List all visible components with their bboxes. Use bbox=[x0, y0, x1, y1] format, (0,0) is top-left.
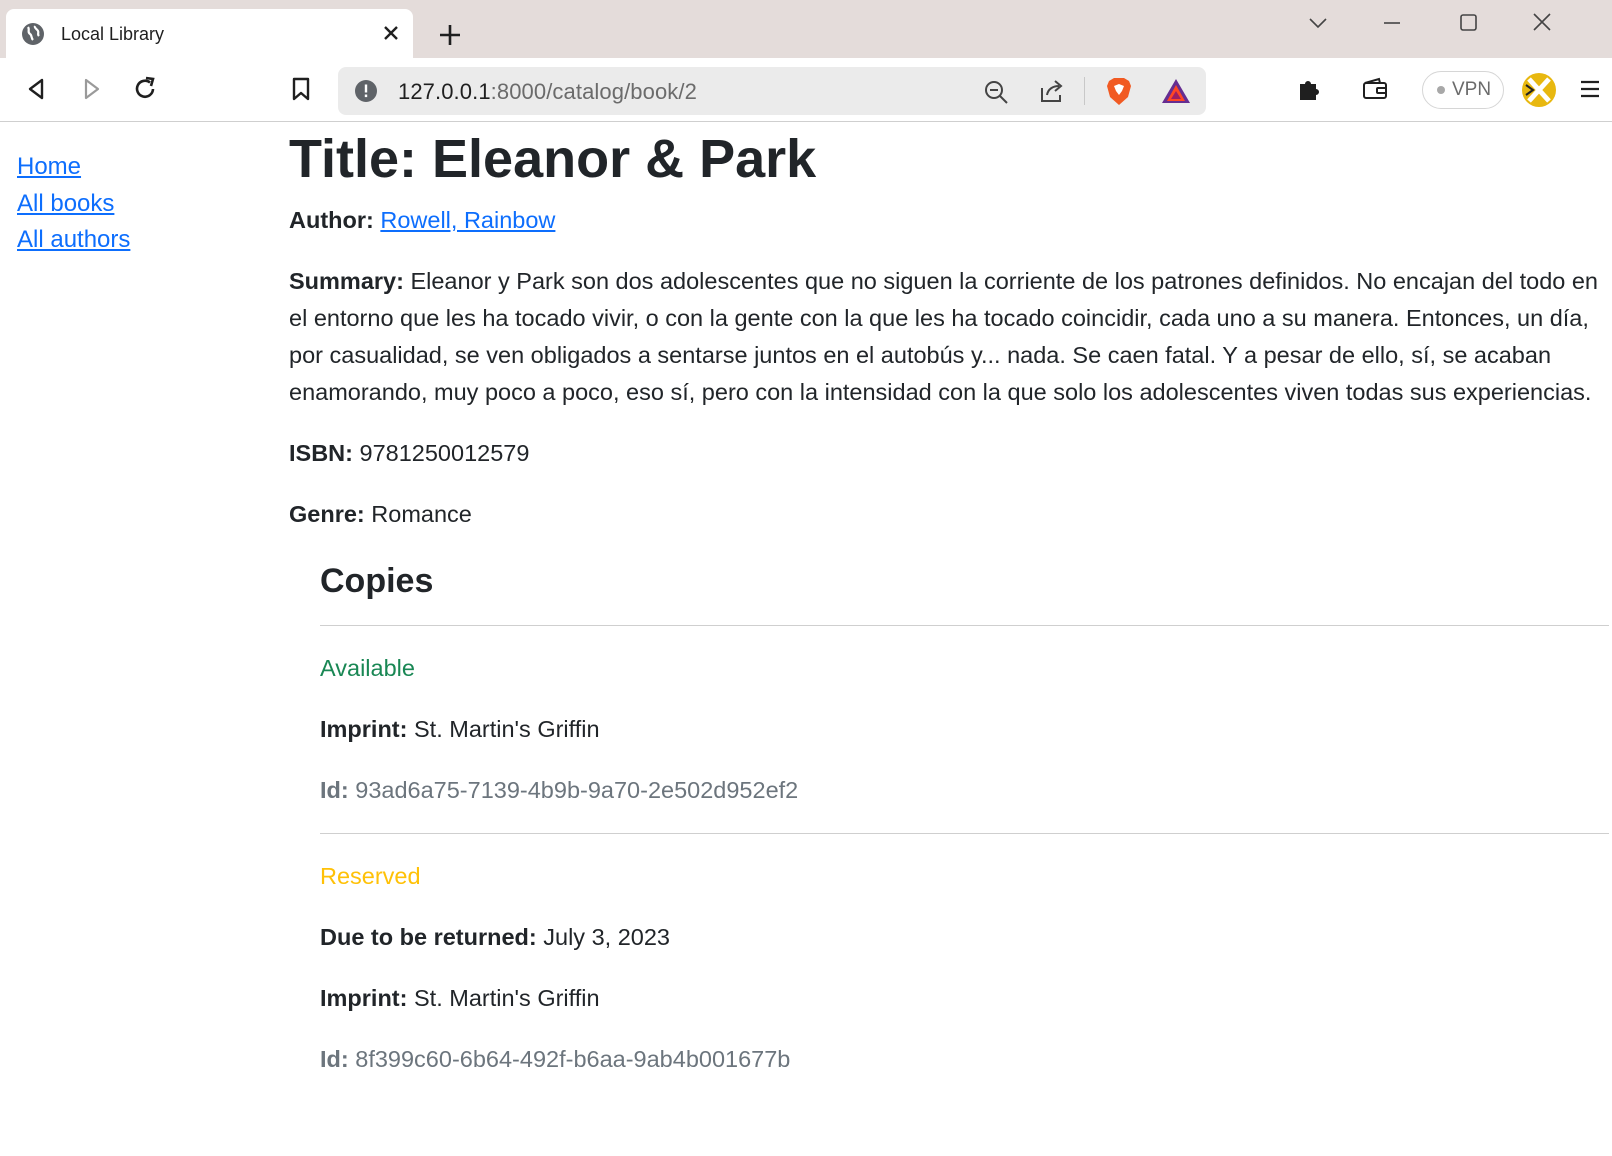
divider bbox=[320, 625, 1609, 626]
tab-local-library[interactable]: Local Library bbox=[6, 9, 413, 58]
summary: Summary: Eleanor y Park son dos adolesce… bbox=[289, 263, 1609, 411]
maximize-icon[interactable] bbox=[1453, 8, 1483, 38]
sidebar-item-home: Home bbox=[17, 153, 130, 190]
globe-icon bbox=[22, 23, 44, 45]
url-text: 127.0.0.1:8000/catalog/book/2 bbox=[398, 79, 697, 104]
close-tab-icon[interactable] bbox=[379, 21, 403, 45]
imprint-value: St. Martin's Griffin bbox=[414, 985, 600, 1011]
due-value: July 3, 2023 bbox=[543, 924, 670, 950]
all-books-link[interactable]: All books bbox=[17, 190, 114, 217]
author-link[interactable]: Rowell, Rainbow bbox=[380, 207, 555, 233]
author-line: Author: Rowell, Rainbow bbox=[289, 202, 1609, 239]
copy-status-reserved: Reserved bbox=[320, 863, 421, 889]
divider bbox=[320, 833, 1609, 834]
chevron-down-icon[interactable] bbox=[1303, 8, 1333, 38]
copy-due-date: Due to be returned: July 3, 2023 bbox=[320, 919, 1609, 956]
extension-x-icon[interactable] bbox=[1520, 71, 1558, 109]
brave-rewards-icon[interactable] bbox=[1160, 77, 1192, 105]
sidebar-item-all-books: All books bbox=[17, 190, 130, 227]
due-label: Due to be returned: bbox=[320, 924, 537, 950]
browser-toolbar: 127.0.0.1:8000/catalog/book/2 VPN bbox=[0, 58, 1612, 122]
genre-value: Romance bbox=[371, 501, 472, 527]
page-content: Home All books All authors Title: Eleano… bbox=[0, 122, 1612, 1156]
summary-label: Summary: bbox=[289, 268, 404, 294]
id-value: 93ad6a75-7139-4b9b-9a70-2e502d952ef2 bbox=[355, 777, 799, 803]
copy-imprint: Imprint: St. Martin's Griffin bbox=[320, 711, 1609, 748]
copy-id: Id: 93ad6a75-7139-4b9b-9a70-2e502d952ef2 bbox=[320, 772, 1609, 809]
id-value: 8f399c60-6b64-492f-b6aa-9ab4b001677b bbox=[355, 1046, 791, 1072]
summary-text: Eleanor y Park son dos adolescentes que … bbox=[289, 268, 1598, 405]
genre-label: Genre: bbox=[289, 501, 365, 527]
copies-section: Copies Available Imprint: St. Martin's G… bbox=[320, 557, 1609, 1078]
sidebar-item-all-authors: All authors bbox=[17, 226, 130, 263]
tab-strip: Local Library bbox=[0, 0, 1612, 58]
tab-title: Local Library bbox=[61, 24, 165, 44]
vpn-button[interactable]: VPN bbox=[1422, 71, 1504, 109]
genre-line: Genre: Romance bbox=[289, 496, 1609, 533]
share-icon[interactable] bbox=[1038, 78, 1066, 104]
sidebar-nav: Home All books All authors bbox=[17, 153, 130, 263]
id-label: Id: bbox=[320, 777, 349, 803]
separator bbox=[1084, 77, 1085, 105]
menu-icon[interactable] bbox=[1578, 74, 1602, 104]
imprint-value: St. Martin's Griffin bbox=[414, 716, 600, 742]
imprint-label: Imprint: bbox=[320, 985, 408, 1011]
id-label: Id: bbox=[320, 1046, 349, 1072]
zoom-out-icon[interactable] bbox=[983, 79, 1009, 105]
back-icon[interactable] bbox=[22, 74, 52, 104]
copy-status-available: Available bbox=[320, 655, 415, 681]
all-authors-link[interactable]: All authors bbox=[17, 226, 130, 253]
info-icon[interactable] bbox=[354, 79, 378, 103]
author-label: Author: bbox=[289, 207, 374, 233]
reload-icon[interactable] bbox=[130, 74, 160, 104]
isbn-line: ISBN: 9781250012579 bbox=[289, 435, 1609, 472]
brave-shields-icon[interactable] bbox=[1104, 75, 1134, 107]
page-title: Title: Eleanor & Park bbox=[289, 129, 817, 189]
copies-heading: Copies bbox=[320, 562, 434, 600]
extensions-icon[interactable] bbox=[1294, 74, 1324, 104]
imprint-label: Imprint: bbox=[320, 716, 408, 742]
isbn-value: 9781250012579 bbox=[359, 440, 530, 466]
home-link[interactable]: Home bbox=[17, 153, 81, 180]
address-bar[interactable]: 127.0.0.1:8000/catalog/book/2 bbox=[338, 67, 1206, 115]
isbn-label: ISBN: bbox=[289, 440, 353, 466]
minimize-icon[interactable] bbox=[1377, 8, 1407, 38]
wallet-icon[interactable] bbox=[1360, 74, 1390, 104]
copy-imprint: Imprint: St. Martin's Griffin bbox=[320, 980, 1609, 1017]
vpn-status-dot bbox=[1437, 86, 1445, 94]
close-window-icon[interactable] bbox=[1527, 8, 1557, 38]
vpn-label: VPN bbox=[1452, 79, 1492, 100]
copy-id: Id: 8f399c60-6b64-492f-b6aa-9ab4b001677b bbox=[320, 1041, 1609, 1078]
bookmark-icon[interactable] bbox=[286, 74, 316, 104]
new-tab-icon[interactable] bbox=[437, 22, 463, 48]
book-detail: Title: Eleanor & Park Author: Rowell, Ra… bbox=[289, 122, 1609, 1102]
forward-icon[interactable] bbox=[76, 74, 106, 104]
